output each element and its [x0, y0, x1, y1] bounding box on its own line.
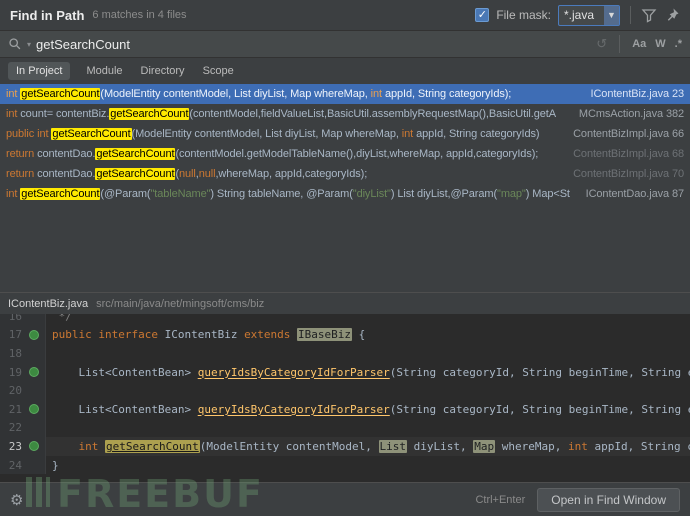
- method-marker-icon: [29, 404, 41, 414]
- line-number: 16: [8, 314, 22, 323]
- code-line-text: int getSearchCount (ModelEntity contentMo…: [46, 437, 690, 456]
- result-location: ContentBizImpl.java 70: [573, 168, 684, 180]
- result-code: return contentDao.getSearchCount(content…: [6, 148, 539, 160]
- result-row[interactable]: int getSearchCount(@Param("tableName") S…: [0, 184, 690, 204]
- shortcut-hint: Ctrl+Enter: [475, 493, 526, 506]
- line-number: 22: [8, 421, 22, 435]
- preview-header: IContentBiz.java src/main/java/net/mings…: [0, 292, 690, 314]
- scope-tabs: In Project Module Directory Scope: [0, 58, 690, 84]
- line-number: 20: [8, 384, 22, 398]
- code-line: 24}: [0, 455, 690, 475]
- file-mask-label: File mask:: [496, 8, 551, 22]
- divider: [619, 35, 621, 53]
- editor-gutter: 24: [0, 455, 46, 475]
- search-query-text: getSearchCount: [36, 36, 130, 52]
- editor-gutter: 22: [0, 418, 46, 438]
- result-row[interactable]: public int getSearchCount(ModelEntity co…: [0, 124, 690, 144]
- gear-icon[interactable]: ⚙: [10, 491, 23, 509]
- editor-gutter: 23: [0, 437, 46, 456]
- code-preview-editor[interactable]: 16 */ 17 public interface IContentBiz exte…: [0, 314, 690, 482]
- file-mask-checkbox[interactable]: ✓: [475, 8, 490, 22]
- file-mask-value: *.java: [564, 8, 595, 22]
- code-line-text: List<ContentBean> queryIdsByCategoryIdFo…: [52, 402, 690, 416]
- preview-file-path: src/main/java/net/mingsoft/cms/biz: [96, 297, 265, 310]
- whole-words-toggle[interactable]: W: [655, 38, 665, 50]
- result-row[interactable]: int getSearchCount(ModelEntity contentMo…: [0, 84, 690, 104]
- result-location: ContentBizImpl.java 68: [573, 148, 684, 160]
- result-code: int count= contentBiz.getSearchCount(con…: [6, 108, 556, 120]
- line-number: 17: [8, 328, 22, 342]
- code-line-text: public interface IContentBiz extends IBa…: [52, 328, 366, 342]
- tab-directory[interactable]: Directory: [139, 62, 187, 80]
- method-marker-icon: [29, 330, 41, 340]
- line-number: 19: [8, 365, 22, 379]
- editor-gutter: 17: [0, 325, 46, 345]
- code-line-text: */: [52, 314, 72, 323]
- preview-file-name: IContentBiz.java: [8, 297, 89, 310]
- code-line: 21 List<ContentBean> queryIdsByCategoryI…: [0, 399, 690, 419]
- editor-gutter: 18: [0, 344, 46, 363]
- line-number: 21: [8, 402, 22, 416]
- result-row[interactable]: int count= contentBiz.getSearchCount(con…: [0, 104, 690, 124]
- line-number: 18: [8, 346, 22, 360]
- match-summary: 6 matches in 4 files: [92, 9, 187, 21]
- filter-icon[interactable]: [641, 7, 657, 23]
- open-in-find-window-button[interactable]: Open in Find Window: [537, 487, 680, 512]
- tab-module[interactable]: Module: [84, 62, 124, 80]
- code-line-text: List<ContentBean> queryIdsByCategoryIdFo…: [52, 365, 690, 379]
- result-row[interactable]: return contentDao.getSearchCount(content…: [0, 144, 690, 164]
- code-line: 17 public interface IContentBiz extends I…: [0, 325, 690, 345]
- code-line: 16 */: [0, 314, 690, 326]
- dialog-title: Find in Path: [10, 7, 85, 23]
- result-location: MCmsAction.java 382: [578, 108, 684, 120]
- result-location: IContentDao.java 87: [585, 188, 684, 200]
- results-list: int getSearchCount(ModelEntity contentMo…: [0, 84, 690, 292]
- search-history-chevron-icon[interactable]: ▾: [27, 40, 31, 49]
- find-in-path-window: Find in Path 6 matches in 4 files ✓ File…: [0, 0, 690, 516]
- result-row[interactable]: return contentDao.getSearchCount(null,nu…: [0, 164, 690, 184]
- code-line: 18: [0, 344, 690, 363]
- result-location: IContentBiz.java 23: [590, 88, 685, 100]
- code-line: 22: [0, 418, 690, 438]
- editor-gutter: 16: [0, 314, 46, 326]
- method-marker-icon: [29, 441, 41, 451]
- line-number: 23: [8, 439, 22, 453]
- editor-gutter: 20: [0, 381, 46, 400]
- divider: [630, 6, 631, 24]
- pin-icon[interactable]: [664, 7, 680, 23]
- result-code: return contentDao.getSearchCount(null,nu…: [6, 168, 368, 180]
- chevron-down-icon[interactable]: ▼: [604, 5, 619, 25]
- title-bar: Find in Path 6 matches in 4 files ✓ File…: [0, 0, 690, 30]
- result-code: int getSearchCount(@Param("tableName") S…: [6, 188, 570, 200]
- file-mask-combo[interactable]: *.java ▼: [558, 4, 620, 26]
- result-location: ContentBizImpl.java 66: [573, 128, 684, 140]
- search-icon: [8, 37, 22, 51]
- tab-in-project[interactable]: In Project: [8, 62, 71, 80]
- code-line: 23 int getSearchCount (ModelEntity conten…: [0, 437, 690, 456]
- code-line: 20: [0, 381, 690, 400]
- line-number: 24: [8, 458, 22, 472]
- result-code: int getSearchCount(ModelEntity contentMo…: [6, 88, 512, 100]
- result-code: public int getSearchCount(ModelEntity co…: [6, 128, 540, 140]
- tab-scope[interactable]: Scope: [201, 62, 236, 80]
- editor-gutter: 21: [0, 399, 46, 419]
- match-case-toggle[interactable]: Aa: [632, 38, 646, 50]
- method-marker-icon: [29, 367, 41, 377]
- regex-toggle[interactable]: .*: [675, 38, 682, 50]
- history-icon[interactable]: ↺: [596, 36, 607, 52]
- search-input[interactable]: ▾ getSearchCount ↺ Aa W .*: [0, 30, 690, 58]
- editor-gutter: 19: [0, 362, 46, 382]
- code-line: 19 List<ContentBean> queryIdsByCategoryI…: [0, 362, 690, 382]
- code-line-text: }: [52, 458, 59, 472]
- footer-bar: ⚙ Ctrl+Enter Open in Find Window: [0, 482, 690, 516]
